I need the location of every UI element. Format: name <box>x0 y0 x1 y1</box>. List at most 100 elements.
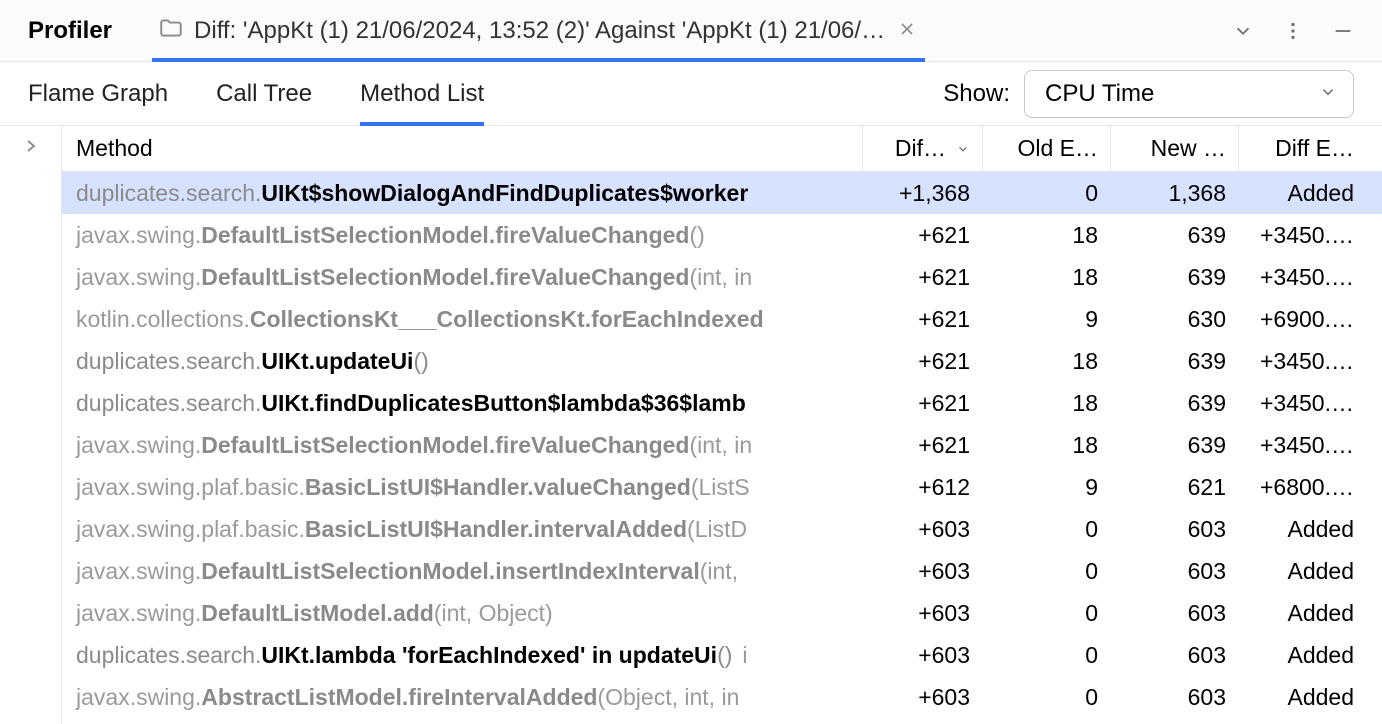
col-diffe[interactable]: Diff E… <box>1238 126 1366 171</box>
old-cell: 18 <box>982 256 1110 298</box>
new-cell: 603 <box>1110 508 1238 550</box>
diff-cell: +621 <box>862 424 982 466</box>
method-package: javax.swing. <box>76 600 201 627</box>
tab-call-tree[interactable]: Call Tree <box>216 62 312 125</box>
method-package: kotlin.collections. <box>76 306 250 333</box>
method-package: javax.swing. <box>76 558 201 585</box>
folder-icon <box>158 15 184 46</box>
method-name: UIKt$showDialogAndFindDuplicates$worker <box>261 180 748 207</box>
col-method-label: Method <box>76 135 153 162</box>
diff-cell: +621 <box>862 382 982 424</box>
more-vertical-icon[interactable] <box>1282 20 1304 42</box>
method-cell: kotlin.collections.CollectionsKt___Colle… <box>62 298 862 340</box>
view-tabs-row: Flame Graph Call Tree Method List Show: … <box>0 62 1382 126</box>
table-row[interactable]: duplicates.search.UIKt.lambda 'forEachIn… <box>62 634 1382 676</box>
diff-cell: +621 <box>862 298 982 340</box>
col-diff[interactable]: Dif… <box>862 126 982 171</box>
table-header: Method Dif… Old E… New … Diff E… <box>62 126 1382 172</box>
method-name: UIKt.lambda 'forEachIndexed' in updateUi <box>261 642 717 669</box>
new-cell: 603 <box>1110 550 1238 592</box>
old-cell: 9 <box>982 466 1110 508</box>
table-row[interactable]: javax.swing.AbstractListModel.fireInterv… <box>62 676 1382 718</box>
table-row[interactable]: kotlin.collections.CollectionsKt___Colle… <box>62 298 1382 340</box>
show-select[interactable]: CPU Time <box>1024 70 1354 118</box>
new-cell: 1,368 <box>1110 172 1238 214</box>
tree-gutter[interactable] <box>0 126 62 724</box>
table-row[interactable]: duplicates.search.UIKt.updateUi()+621186… <box>62 340 1382 382</box>
new-cell: 603 <box>1110 676 1238 718</box>
table-body: duplicates.search.UIKt$showDialogAndFind… <box>62 172 1382 718</box>
diffe-cell: +3450.… <box>1238 340 1366 382</box>
minimize-icon[interactable] <box>1332 20 1354 42</box>
method-package: duplicates.search. <box>76 642 261 669</box>
method-package: duplicates.search. <box>76 180 261 207</box>
old-cell: 18 <box>982 382 1110 424</box>
method-cell: javax.swing.DefaultListModel.add(int, Ob… <box>62 592 862 634</box>
diff-cell: +603 <box>862 592 982 634</box>
diffe-cell: Added <box>1238 676 1366 718</box>
method-signature: () <box>413 348 428 375</box>
method-name: BasicListUI$Handler.valueChanged <box>305 474 691 501</box>
old-cell: 18 <box>982 340 1110 382</box>
table-row[interactable]: javax.swing.DefaultListModel.add(int, Ob… <box>62 592 1382 634</box>
method-signature: () <box>689 222 704 249</box>
method-table: Method Dif… Old E… New … Diff E… duplica… <box>62 126 1382 724</box>
col-diff-label: Dif… <box>895 135 946 162</box>
document-tab-diff[interactable]: Diff: 'AppKt (1) 21/06/2024, 13:52 (2)' … <box>152 0 925 62</box>
method-cell: javax.swing.DefaultListSelectionModel.fi… <box>62 256 862 298</box>
new-cell: 639 <box>1110 256 1238 298</box>
table-row[interactable]: duplicates.search.UIKt.findDuplicatesBut… <box>62 382 1382 424</box>
method-signature: (ListS <box>691 474 750 501</box>
diff-cell: +603 <box>862 508 982 550</box>
new-cell: 639 <box>1110 340 1238 382</box>
new-cell: 603 <box>1110 592 1238 634</box>
method-package: javax.swing. <box>76 222 201 249</box>
method-cell: javax.swing.plaf.basic.BasicListUI$Handl… <box>62 466 862 508</box>
method-package: duplicates.search. <box>76 348 261 375</box>
new-cell: 639 <box>1110 214 1238 256</box>
method-name: CollectionsKt___CollectionsKt.forEachInd… <box>250 306 764 333</box>
table-row[interactable]: javax.swing.DefaultListSelectionModel.in… <box>62 550 1382 592</box>
diff-cell: +603 <box>862 550 982 592</box>
method-name: DefaultListSelectionModel.fireValueChang… <box>201 432 689 459</box>
chevron-down-icon[interactable] <box>1232 20 1254 42</box>
new-cell: 603 <box>1110 634 1238 676</box>
diffe-cell: Added <box>1238 550 1366 592</box>
new-cell: 639 <box>1110 382 1238 424</box>
diffe-cell: +3450.… <box>1238 214 1366 256</box>
tab-method-list[interactable]: Method List <box>360 62 484 125</box>
table-row[interactable]: javax.swing.DefaultListSelectionModel.fi… <box>62 424 1382 466</box>
col-method[interactable]: Method <box>62 126 862 171</box>
method-cell: duplicates.search.UIKt.findDuplicatesBut… <box>62 382 862 424</box>
view-tabs: Flame Graph Call Tree Method List <box>28 62 484 125</box>
old-cell: 0 <box>982 634 1110 676</box>
tab-flame-graph[interactable]: Flame Graph <box>28 62 168 125</box>
method-name: DefaultListSelectionModel.insertIndexInt… <box>201 558 699 585</box>
col-diffe-label: Diff E… <box>1275 135 1354 162</box>
col-new[interactable]: New … <box>1110 126 1238 171</box>
old-cell: 0 <box>982 592 1110 634</box>
method-name: DefaultListSelectionModel.fireValueChang… <box>201 222 689 249</box>
col-old[interactable]: Old E… <box>982 126 1110 171</box>
old-cell: 0 <box>982 508 1110 550</box>
new-cell: 639 <box>1110 424 1238 466</box>
diff-cell: +621 <box>862 256 982 298</box>
table-row[interactable]: javax.swing.plaf.basic.BasicListUI$Handl… <box>62 508 1382 550</box>
method-signature: () <box>717 642 732 669</box>
sort-desc-icon <box>956 135 970 162</box>
diffe-cell: +3450.… <box>1238 256 1366 298</box>
close-tab-icon[interactable] <box>899 21 915 41</box>
method-name: UIKt.findDuplicatesButton$lambda$36$lamb <box>261 390 745 417</box>
table-row[interactable]: javax.swing.DefaultListSelectionModel.fi… <box>62 256 1382 298</box>
old-cell: 0 <box>982 550 1110 592</box>
table-row[interactable]: javax.swing.DefaultListSelectionModel.fi… <box>62 214 1382 256</box>
method-name: UIKt.updateUi <box>261 348 413 375</box>
new-cell: 630 <box>1110 298 1238 340</box>
method-name: DefaultListSelectionModel.fireValueChang… <box>201 264 689 291</box>
method-signature: (Object, int, in <box>597 684 739 711</box>
old-cell: 0 <box>982 172 1110 214</box>
table-row[interactable]: javax.swing.plaf.basic.BasicListUI$Handl… <box>62 466 1382 508</box>
table-row[interactable]: duplicates.search.UIKt$showDialogAndFind… <box>62 172 1382 214</box>
diffe-cell: +3450.… <box>1238 382 1366 424</box>
method-trailing: i <box>742 642 747 669</box>
